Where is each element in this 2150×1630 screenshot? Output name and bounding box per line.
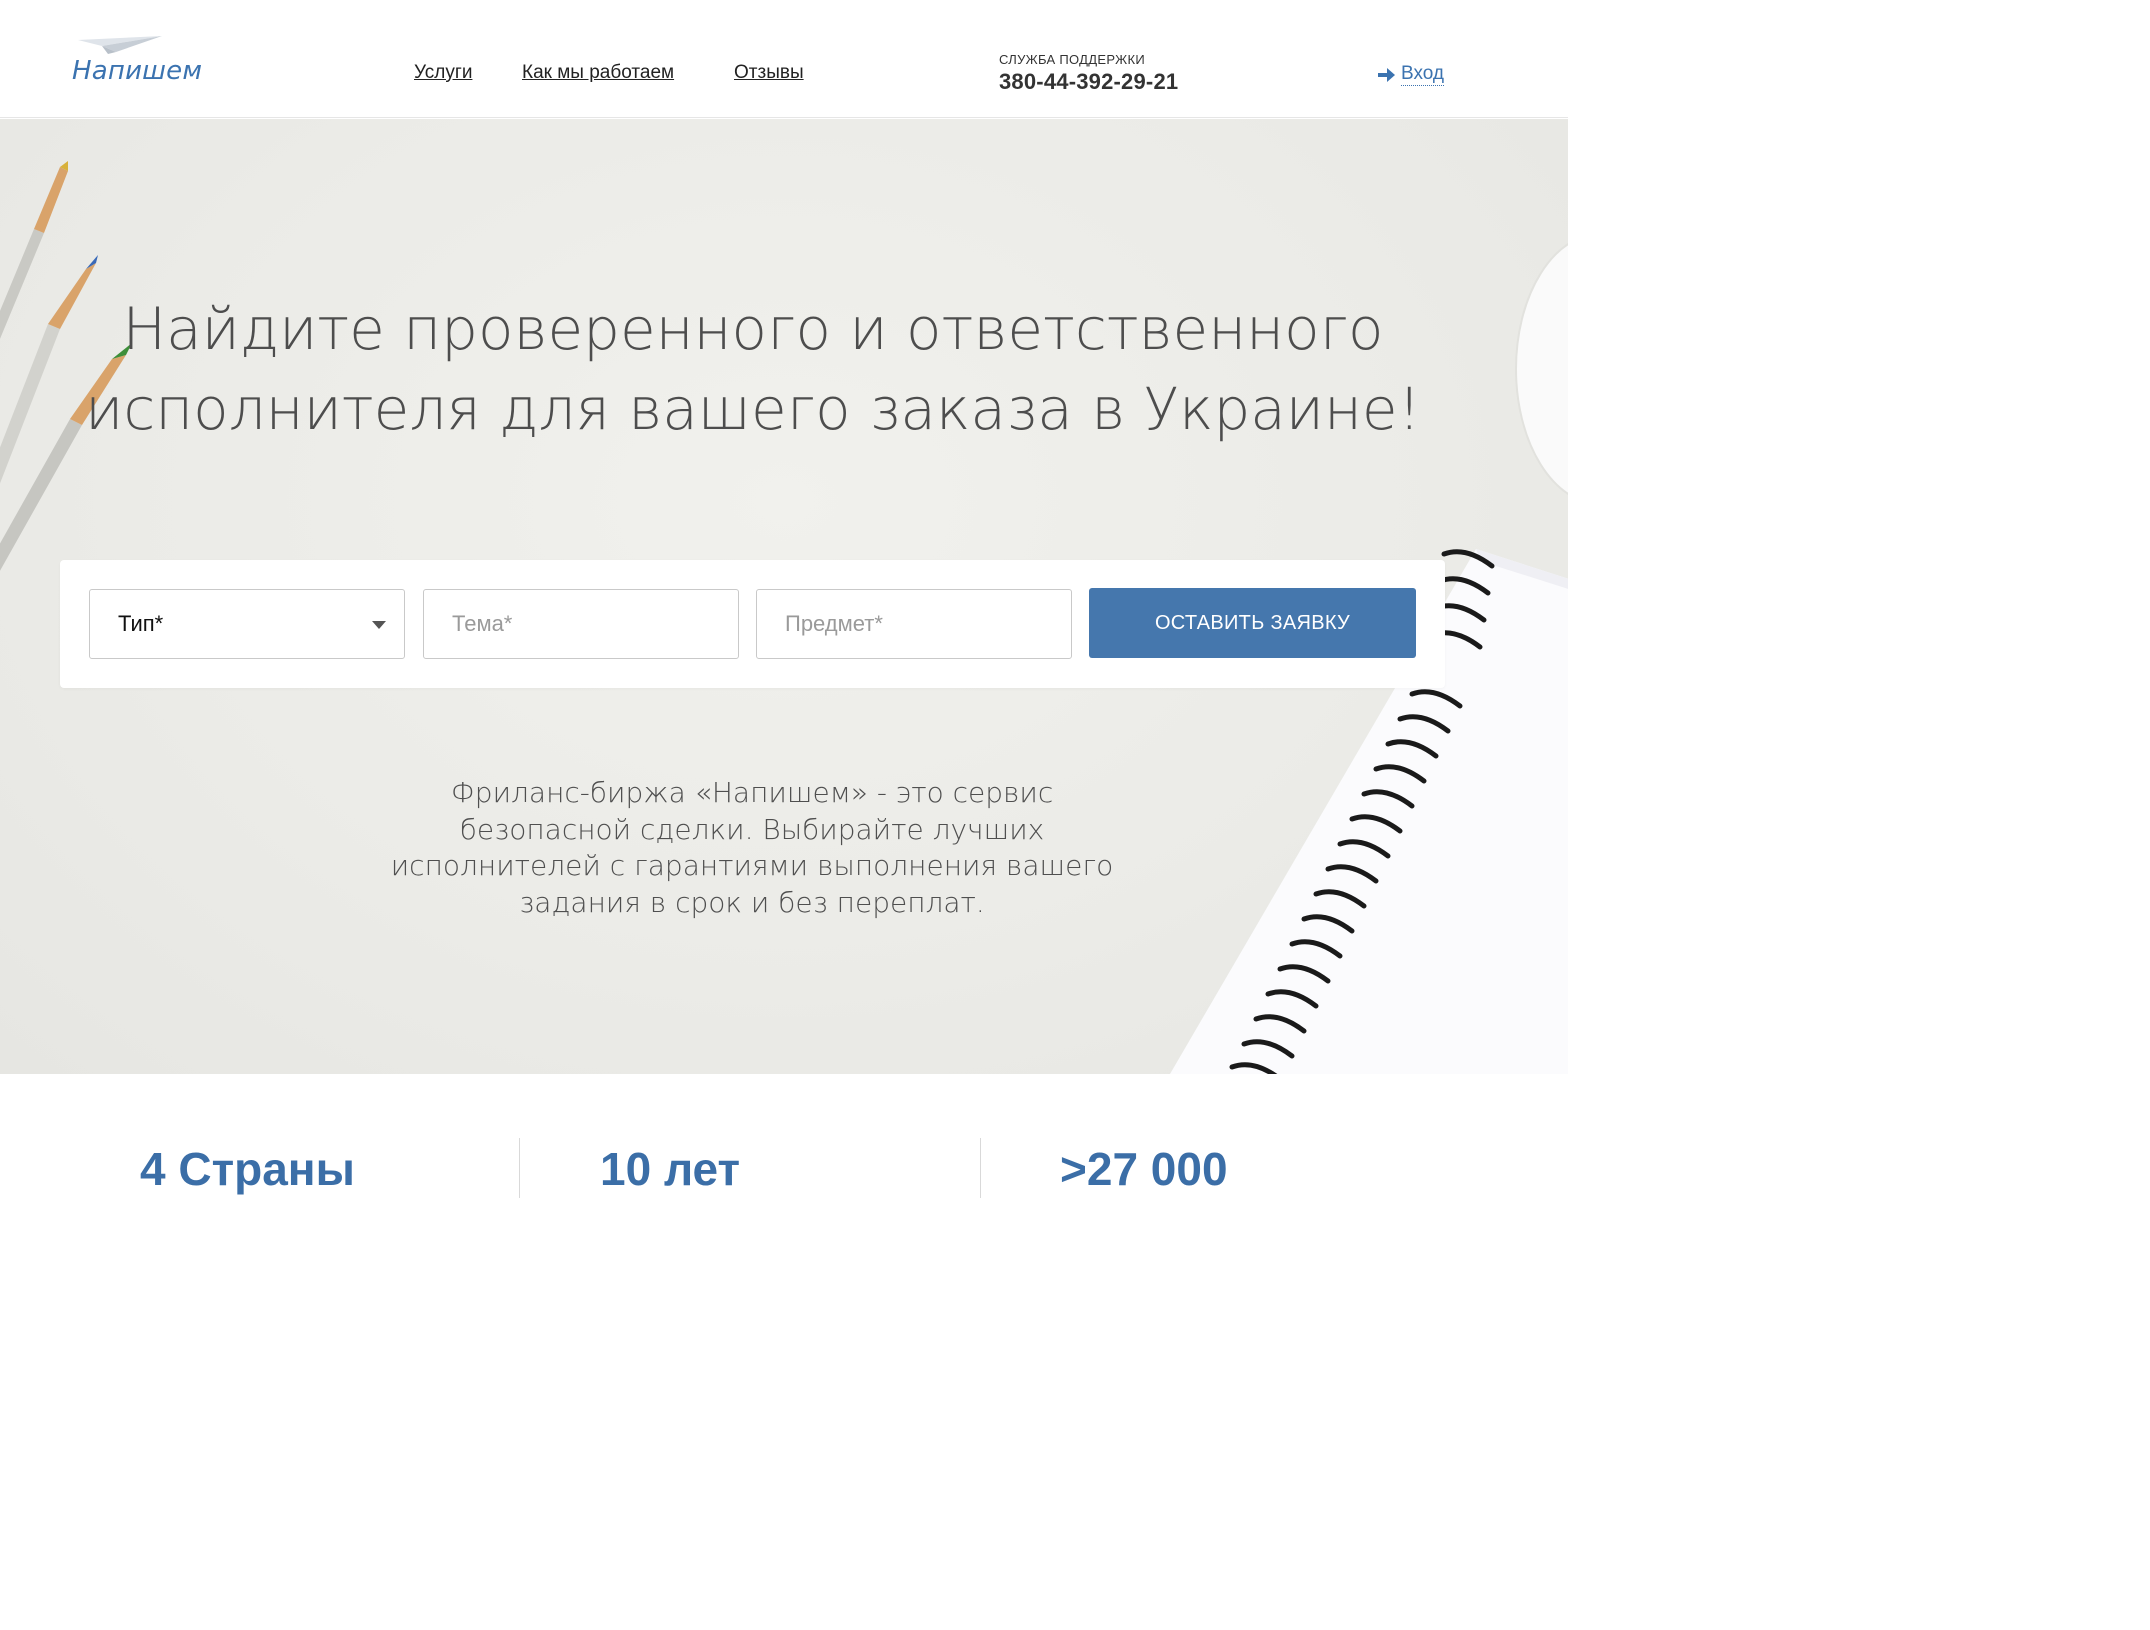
hero-description: Фриланс-биржа «Напишем» - это сервис без… [390, 776, 1114, 919]
logo[interactable]: Напишем [72, 34, 222, 94]
support-block: СЛУЖБА ПОДДЕРЖКИ 380-44-392-29-21 [999, 52, 1178, 95]
stat-divider [519, 1138, 520, 1198]
subject-input[interactable] [756, 589, 1072, 659]
hero-title: Найдите проверенного и ответственного ис… [0, 289, 1506, 449]
stats-section: 4 Страны 10 лет >27 000 [0, 1074, 1568, 1198]
site-header: Напишем Услуги Как мы работаем Отзывы СЛ… [0, 0, 1568, 118]
type-select[interactable]: Тип* [89, 589, 405, 659]
logo-text: Напишем [72, 56, 203, 86]
login-link[interactable]: Вход [1378, 63, 1444, 86]
stat-orders: >27 000 [1060, 1143, 1228, 1195]
type-select-value: Тип* [118, 611, 164, 636]
topic-input[interactable] [423, 589, 739, 659]
submit-request-button[interactable]: ОСТАВИТЬ ЗАЯВКУ [1089, 588, 1416, 658]
support-label: СЛУЖБА ПОДДЕРЖКИ [999, 52, 1145, 67]
nav-item-reviews[interactable]: Отзывы [734, 62, 804, 84]
nav-item-services[interactable]: Услуги [414, 62, 472, 84]
nav-item-how-we-work[interactable]: Как мы работаем [522, 62, 674, 84]
stat-years: 10 лет [600, 1143, 741, 1195]
hero-title-line-2: исполнителя для вашего заказа в Украине! [85, 375, 1421, 443]
support-phone[interactable]: 380-44-392-29-21 [999, 69, 1178, 95]
stat-divider [980, 1138, 981, 1198]
paper-plane-icon [78, 36, 162, 54]
mouse-illustration [1515, 243, 1568, 495]
login-label: Вход [1401, 63, 1444, 86]
order-form: Тип* ОСТАВИТЬ ЗАЯВКУ [60, 560, 1445, 688]
caret-down-icon [372, 621, 386, 629]
stat-countries: 4 Страны [140, 1143, 355, 1195]
hero-section: Найдите проверенного и ответственного ис… [0, 119, 1568, 1074]
hero-title-line-1: Найдите проверенного и ответственного [122, 295, 1384, 363]
arrow-right-icon [1378, 67, 1395, 82]
